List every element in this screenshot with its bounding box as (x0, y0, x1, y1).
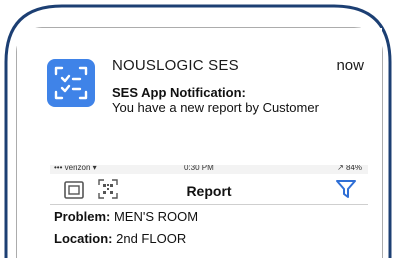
problem-field: Problem: MEN'S ROOM (54, 209, 198, 224)
battery-text: ↗ 84% (337, 165, 362, 172)
notification-body: You have a new report by Customer (112, 100, 319, 115)
report-toolbar: Report (50, 174, 368, 205)
notification-card[interactable]: NOUSLOGIC SES now SES App Notification: … (30, 37, 376, 137)
filter-icon[interactable] (335, 178, 357, 205)
notification-app-name: NOUSLOGIC SES (112, 57, 239, 74)
location-field: Location: 2nd FLOOR (54, 231, 186, 246)
problem-label: Problem: (54, 209, 111, 224)
phone-screen: NOUSLOGIC SES now SES App Notification: … (17, 28, 382, 258)
notification-title: SES App Notification: (112, 85, 246, 100)
status-bar: ••• verizon ▾ 0:30 PM ↗ 84% (50, 165, 368, 174)
checklist-icon (47, 59, 95, 107)
report-app-screenshot: ••• verizon ▾ 0:30 PM ↗ 84% Report Probl… (50, 165, 368, 258)
carrier-text: ••• verizon ▾ (54, 165, 97, 172)
location-value: 2nd FLOOR (116, 231, 187, 246)
notification-time: now (336, 57, 364, 74)
problem-value: MEN'S ROOM (113, 209, 199, 224)
location-label: Location: (54, 231, 113, 246)
phone-frame: NOUSLOGIC SES now SES App Notification: … (0, 0, 396, 258)
clock-text: 0:30 PM (184, 165, 214, 172)
report-title: Report (186, 183, 232, 199)
